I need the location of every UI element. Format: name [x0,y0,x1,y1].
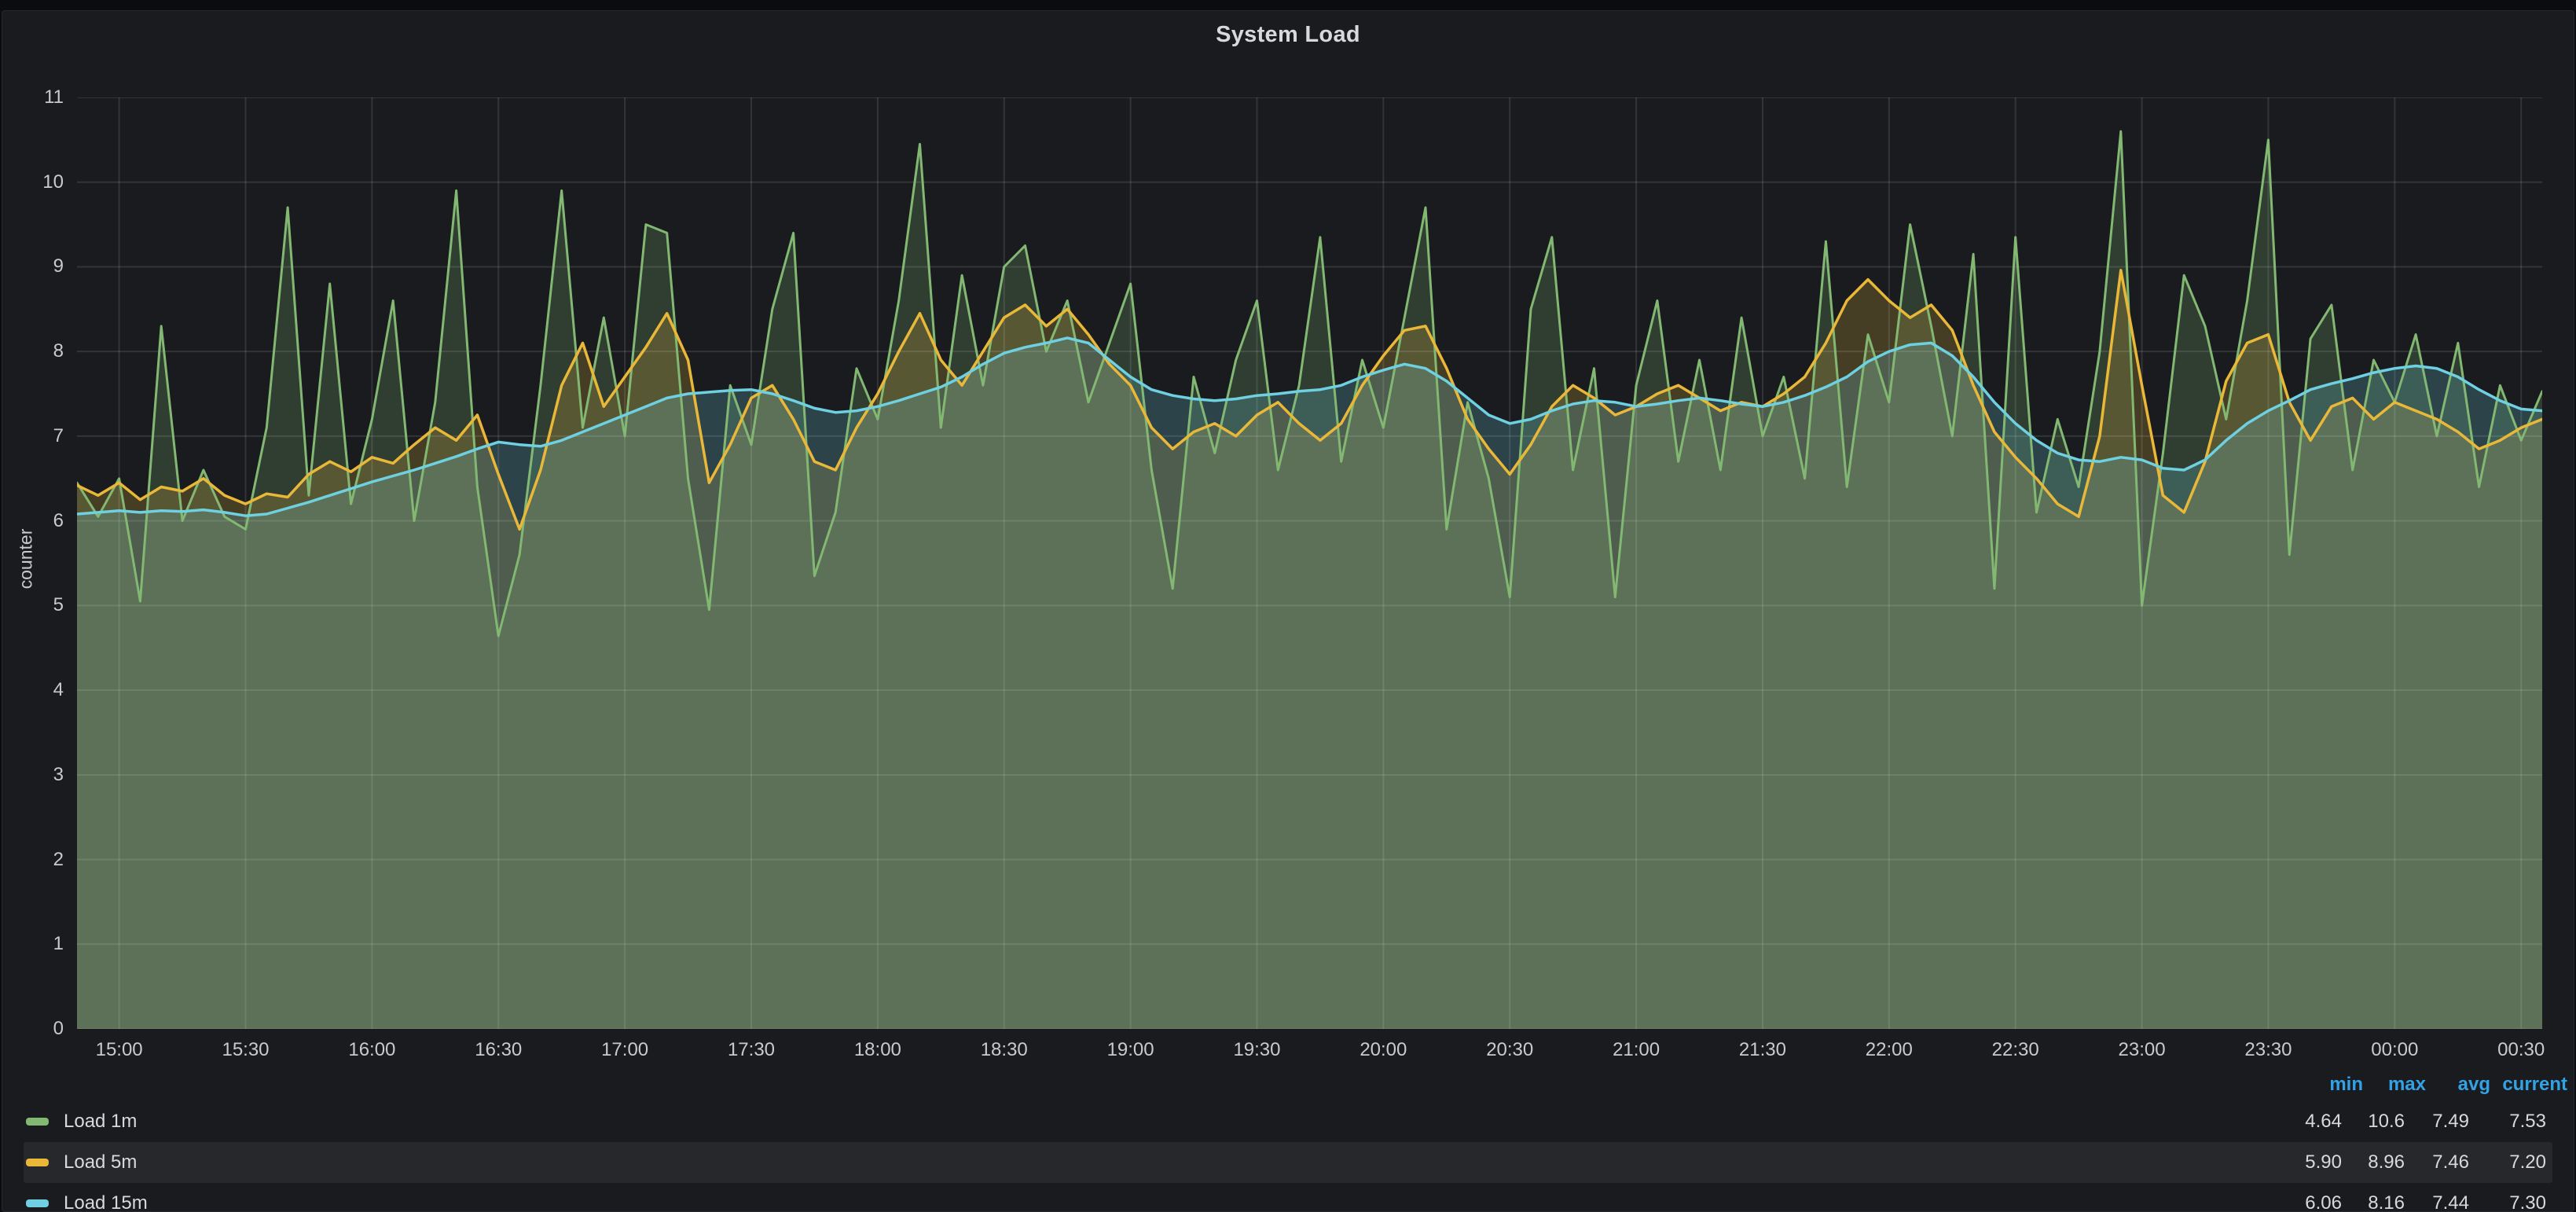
y-tick-label: 11 [2,87,64,108]
chart-canvas[interactable] [77,97,2542,1029]
y-tick-label: 10 [2,172,64,193]
legend-header-max[interactable]: max [2388,1074,2426,1096]
x-tick-label: 17:30 [704,1038,798,1062]
legend: min max avg current Load 1m 4.64 10.6 7.49 7.53… [2,1074,2574,1212]
chart-plot-area[interactable] [77,97,2542,1029]
series-color-swatch[interactable] [26,1118,49,1126]
x-tick-label: 17:00 [578,1038,672,1062]
legend-header-min[interactable]: min [2329,1074,2363,1096]
stat-min: 5.90 [2305,1142,2342,1183]
x-tick-label: 00:00 [2347,1038,2442,1062]
y-tick-label: 2 [2,850,64,870]
panel-title[interactable]: System Load [2,22,2574,48]
y-tick-label: 8 [2,341,64,362]
series-fills [77,131,2542,1029]
stat-max: 8.16 [2368,1183,2405,1212]
stat-max: 10.6 [2368,1101,2405,1142]
stat-avg: 7.46 [2432,1142,2469,1183]
x-tick-label: 19:00 [1084,1038,1178,1062]
x-tick-label: 22:00 [1842,1038,1936,1062]
x-tick-label: 20:30 [1462,1038,1557,1062]
x-tick-label: 00:30 [2474,1038,2568,1062]
legend-header-current[interactable]: current [2502,1074,2567,1096]
stat-current: 7.30 [2509,1183,2546,1212]
y-tick-label: 3 [2,765,64,785]
panel: System Load counter 01234567891011 15:00… [2,10,2574,1212]
stat-current: 7.53 [2509,1101,2546,1142]
x-tick-label: 23:30 [2221,1038,2315,1062]
x-tick-label: 16:30 [451,1038,545,1062]
stat-current: 7.20 [2509,1142,2546,1183]
legend-rows: Load 1m 4.64 10.6 7.49 7.53 Load 5m 5.90 8.96 7.… [2,1101,2574,1212]
x-tick-label: 16:00 [325,1038,419,1062]
y-tick-label: 1 [2,934,64,954]
x-tick-label: 18:00 [831,1038,925,1062]
x-tick-label: 19:30 [1209,1038,1304,1062]
x-tick-label: 21:30 [1715,1038,1810,1062]
series-color-swatch[interactable] [26,1159,49,1166]
x-tick-label: 20:00 [1336,1038,1430,1062]
series-label[interactable]: Load 1m [64,1101,137,1142]
y-tick-label: 5 [2,595,64,615]
stat-min: 6.06 [2305,1183,2342,1212]
series-color-swatch[interactable] [26,1199,49,1207]
x-tick-label: 15:00 [72,1038,167,1062]
x-tick-label: 21:00 [1589,1038,1683,1062]
y-tick-label: 6 [2,511,64,531]
series-label[interactable]: Load 15m [64,1183,148,1212]
legend-header-avg[interactable]: avg [2458,1074,2490,1096]
legend-row-load-1m[interactable]: Load 1m 4.64 10.6 7.49 7.53 [24,1101,2552,1142]
grafana-panel-screen: System Load counter 01234567891011 15:00… [0,0,2576,1212]
stat-max: 8.96 [2368,1142,2405,1183]
y-tick-label: 0 [2,1019,64,1039]
legend-header-row: min max avg current [2,1074,2574,1096]
series-label[interactable]: Load 5m [64,1142,137,1183]
y-tick-label: 4 [2,680,64,700]
stat-avg: 7.44 [2432,1183,2469,1212]
stat-min: 4.64 [2305,1101,2342,1142]
x-tick-label: 22:30 [1969,1038,2063,1062]
x-tick-label: 15:30 [199,1038,293,1062]
y-tick-label: 7 [2,426,64,446]
x-tick-label: 23:00 [2095,1038,2189,1062]
stat-avg: 7.49 [2432,1101,2469,1142]
legend-row-load-5m[interactable]: Load 5m 5.90 8.96 7.46 7.20 [24,1142,2552,1183]
x-tick-label: 18:30 [957,1038,1051,1062]
legend-row-load-15m[interactable]: Load 15m 6.06 8.16 7.44 7.30 [24,1183,2552,1212]
y-tick-label: 9 [2,256,64,277]
